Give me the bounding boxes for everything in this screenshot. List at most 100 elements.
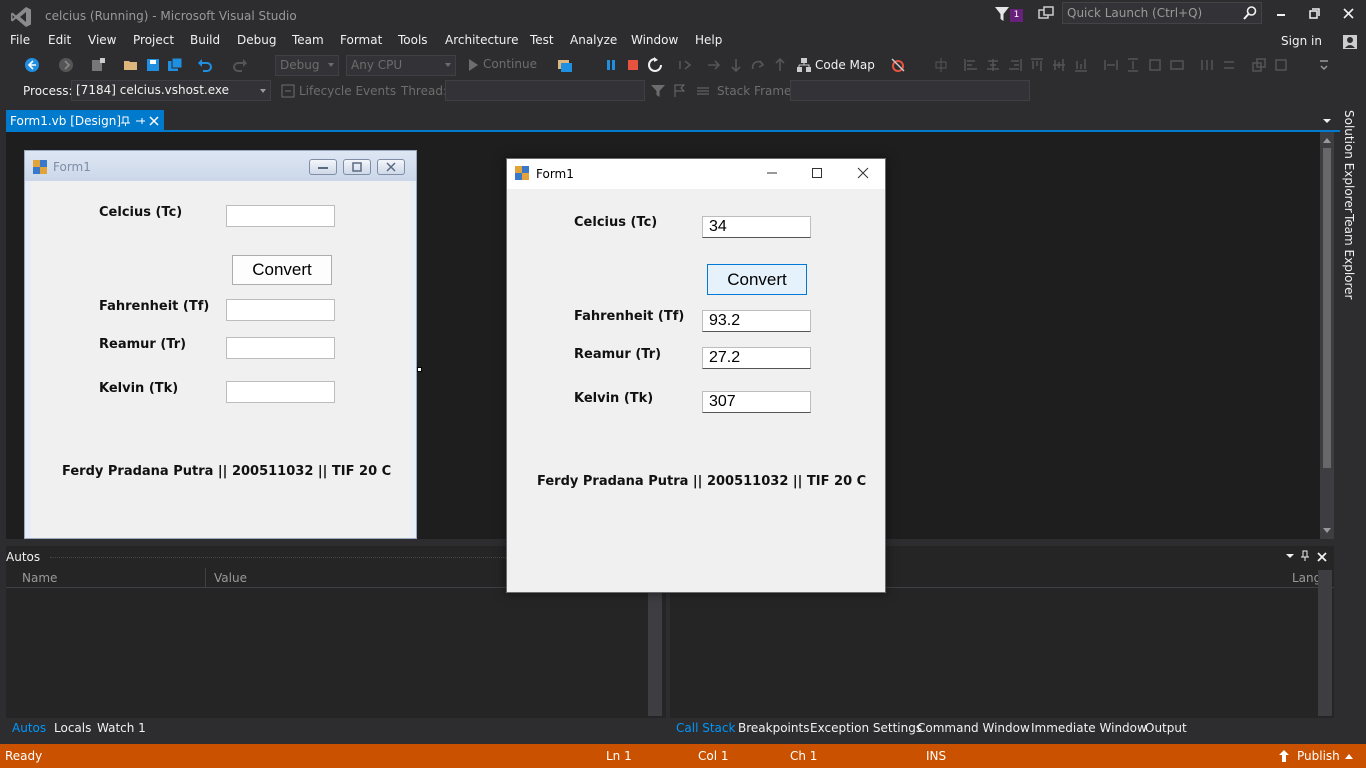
window-position-dropdown-icon[interactable] — [1285, 551, 1295, 561]
celcius-input[interactable] — [702, 216, 811, 238]
menu-help[interactable]: Help — [695, 33, 722, 47]
tab-output[interactable]: Output — [1145, 721, 1187, 735]
close-icon[interactable] — [148, 115, 160, 127]
align-lefts-icon[interactable] — [963, 57, 979, 73]
new-project-icon[interactable] — [90, 57, 106, 73]
running-form-window[interactable]: Form1 Celcius (Tc) Convert Fahrenheit (T… — [506, 158, 886, 593]
undo-icon[interactable] — [197, 57, 213, 73]
step-up-icon[interactable] — [772, 57, 788, 73]
make-same-width-icon[interactable] — [1103, 57, 1119, 73]
restore-icon[interactable] — [1300, 4, 1330, 24]
bring-to-front-icon[interactable] — [1251, 57, 1267, 73]
design-form-window[interactable]: Form1 Celcius (Tc) Convert Fahrenheit (T… — [24, 150, 417, 539]
open-file-icon[interactable] — [123, 57, 139, 73]
column-header-lang[interactable]: Lang — [1292, 571, 1321, 585]
show-next-statement-icon[interactable] — [677, 57, 693, 73]
thread-combo[interactable] — [445, 80, 645, 101]
vertical-spacing-icon[interactable] — [1221, 57, 1237, 73]
notification-filter-icon[interactable] — [995, 6, 1009, 22]
fahrenheit-output[interactable] — [226, 299, 335, 321]
code-map-icon[interactable] — [796, 57, 812, 73]
menu-debug[interactable]: Debug — [237, 33, 276, 47]
tab-form1-design[interactable]: Form1.vb [Design] — [6, 110, 164, 131]
menu-analyze[interactable]: Analyze — [570, 33, 617, 47]
quick-launch-input[interactable] — [1067, 5, 1237, 21]
designer-scroll-thumb[interactable] — [1323, 148, 1331, 468]
menu-file[interactable]: File — [10, 33, 30, 47]
size-to-grid-alt-icon[interactable] — [1169, 57, 1185, 73]
call-stack-vertical-scrollbar[interactable] — [1318, 570, 1332, 716]
stack-frame-combo[interactable] — [790, 80, 1030, 101]
platform-combo[interactable]: Any CPU — [346, 55, 456, 76]
kelvin-output[interactable] — [226, 381, 335, 403]
align-tops-icon[interactable] — [1029, 57, 1045, 73]
auto-hide-pin-icon[interactable] — [1299, 550, 1311, 562]
publish-button[interactable]: Publish — [1297, 749, 1340, 763]
search-icon[interactable] — [1242, 5, 1258, 21]
save-all-icon[interactable] — [167, 57, 183, 73]
menu-test[interactable]: Test — [530, 33, 554, 47]
convert-button[interactable]: Convert — [232, 255, 332, 285]
align-middles-icon[interactable] — [1051, 57, 1067, 73]
fahrenheit-output[interactable] — [702, 310, 811, 332]
tab-watch-1[interactable]: Watch 1 — [97, 721, 146, 735]
align-centers-icon[interactable] — [985, 57, 1001, 73]
resize-handle[interactable] — [417, 367, 422, 372]
close-icon[interactable] — [1334, 4, 1364, 24]
show-threads-icon[interactable] — [696, 84, 710, 98]
feedback-icon[interactable] — [1038, 6, 1054, 22]
tab-call-stack[interactable]: Call Stack — [676, 721, 735, 735]
close-icon[interactable] — [1315, 550, 1329, 564]
menu-architecture[interactable]: Architecture — [445, 33, 518, 47]
close-icon[interactable] — [855, 165, 871, 181]
publish-arrow-icon[interactable] — [1278, 749, 1290, 763]
flag-thread-icon[interactable] — [673, 84, 687, 98]
pin-icon[interactable] — [120, 115, 132, 127]
back-icon[interactable] — [24, 57, 40, 73]
send-to-back-icon[interactable] — [1273, 57, 1289, 73]
design-form-minimize-button[interactable] — [309, 159, 337, 175]
minimize-icon[interactable] — [1266, 4, 1296, 24]
solution-config-combo[interactable]: Debug — [275, 55, 339, 76]
make-same-height-icon[interactable] — [1125, 57, 1141, 73]
tab-autos[interactable]: Autos — [12, 721, 46, 735]
chevron-up-icon[interactable] — [1344, 752, 1354, 760]
tab-team-explorer[interactable]: Team Explorer — [1342, 214, 1356, 300]
thread-filter-icon[interactable] — [651, 84, 665, 98]
column-divider[interactable] — [205, 568, 206, 588]
step-over-icon[interactable] — [728, 57, 744, 73]
lifecycle-events-label[interactable]: Lifecycle Events — [299, 84, 396, 98]
running-form-title-bar[interactable]: Form1 — [507, 159, 885, 189]
minimize-icon[interactable] — [764, 165, 780, 181]
design-form-close-button[interactable] — [377, 159, 405, 175]
scroll-down-arrow-icon[interactable] — [1322, 527, 1332, 535]
column-header-name[interactable]: Name — [22, 571, 57, 585]
menu-view[interactable]: View — [88, 33, 116, 47]
continue-button-label[interactable]: Continue — [483, 57, 537, 71]
autos-vertical-scrollbar[interactable] — [648, 590, 662, 716]
size-to-grid-icon[interactable] — [1147, 57, 1163, 73]
redo-icon[interactable] — [232, 57, 248, 73]
horizontal-spacing-icon[interactable] — [1199, 57, 1215, 73]
menu-tools[interactable]: Tools — [398, 33, 428, 47]
tab-immediate-window[interactable]: Immediate Window — [1031, 721, 1147, 735]
reamur-output[interactable] — [226, 337, 335, 359]
step-out-icon[interactable] — [750, 57, 766, 73]
celcius-input[interactable] — [226, 205, 335, 227]
forward-icon[interactable] — [58, 57, 74, 73]
tab-locals[interactable]: Locals — [54, 721, 91, 735]
menu-team[interactable]: Team — [292, 33, 324, 47]
convert-button[interactable]: Convert — [707, 264, 807, 295]
process-icon[interactable] — [557, 57, 573, 73]
scroll-up-arrow-icon[interactable] — [1322, 136, 1332, 144]
menu-window[interactable]: Window — [631, 33, 678, 47]
continue-play-icon[interactable] — [465, 57, 481, 73]
column-header-value[interactable]: Value — [214, 571, 247, 585]
tab-overflow-dropdown-icon[interactable] — [1320, 114, 1334, 128]
step-into-icon[interactable] — [706, 57, 722, 73]
stop-debugging-icon[interactable] — [625, 57, 641, 73]
align-icon[interactable] — [933, 57, 949, 73]
keep-tab-open-icon[interactable] — [134, 115, 146, 127]
tab-solution-explorer[interactable]: Solution Explorer — [1342, 110, 1356, 213]
toolbar-overflow-icon[interactable] — [1316, 57, 1332, 73]
